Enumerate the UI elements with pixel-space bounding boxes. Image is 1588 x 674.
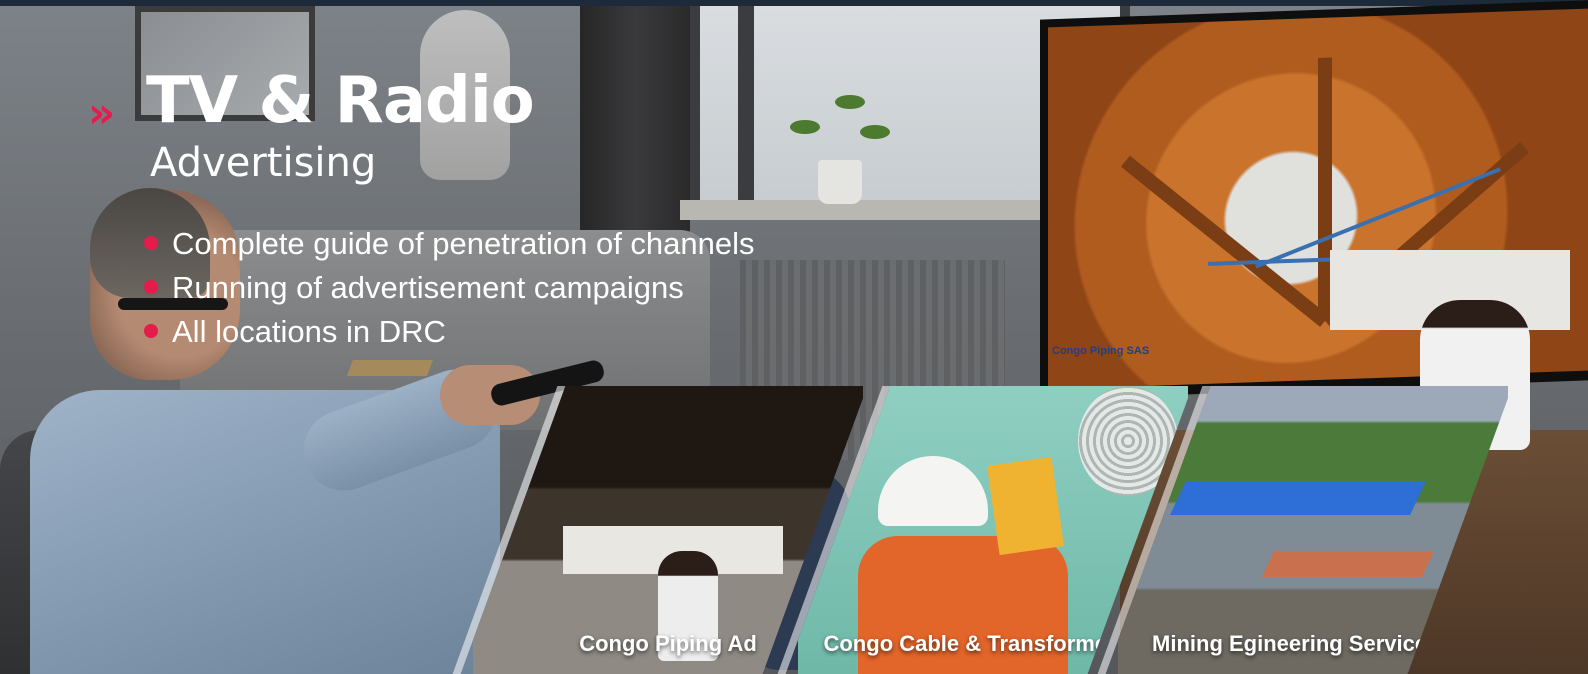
list-item-text: All locations in DRC (172, 314, 446, 349)
double-chevron-icon: » (88, 88, 115, 137)
window-mullion (738, 6, 754, 206)
tv-radio-advertising-banner: Congo Piping SAS » TV & Radio Advertisin… (0, 0, 1588, 674)
list-item-text: Running of advertisement campaigns (172, 270, 684, 305)
product-box (987, 456, 1064, 556)
building-roof (1261, 551, 1435, 577)
plant-leaf (790, 120, 820, 134)
building-roof (1170, 481, 1426, 515)
plant-pot (818, 160, 862, 204)
list-item: All locations in DRC (140, 310, 755, 354)
hard-hat (878, 456, 988, 526)
plant-leaf (860, 125, 890, 139)
tv-logo: Congo Piping SAS (1052, 345, 1150, 357)
book (347, 360, 433, 376)
plant-leaf (835, 95, 865, 109)
feature-list: Complete guide of penetration of channel… (140, 222, 755, 354)
page-title: TV & Radio (146, 64, 535, 138)
bullet-dot-icon (144, 280, 158, 294)
page-subtitle: Advertising (150, 140, 377, 186)
bullet-dot-icon (144, 324, 158, 338)
list-item: Running of advertisement campaigns (140, 266, 755, 310)
machine-arm (1120, 155, 1330, 327)
bullet-dot-icon (144, 236, 158, 250)
list-item: Complete guide of penetration of channel… (140, 222, 755, 266)
list-item-text: Complete guide of penetration of channel… (172, 226, 755, 261)
